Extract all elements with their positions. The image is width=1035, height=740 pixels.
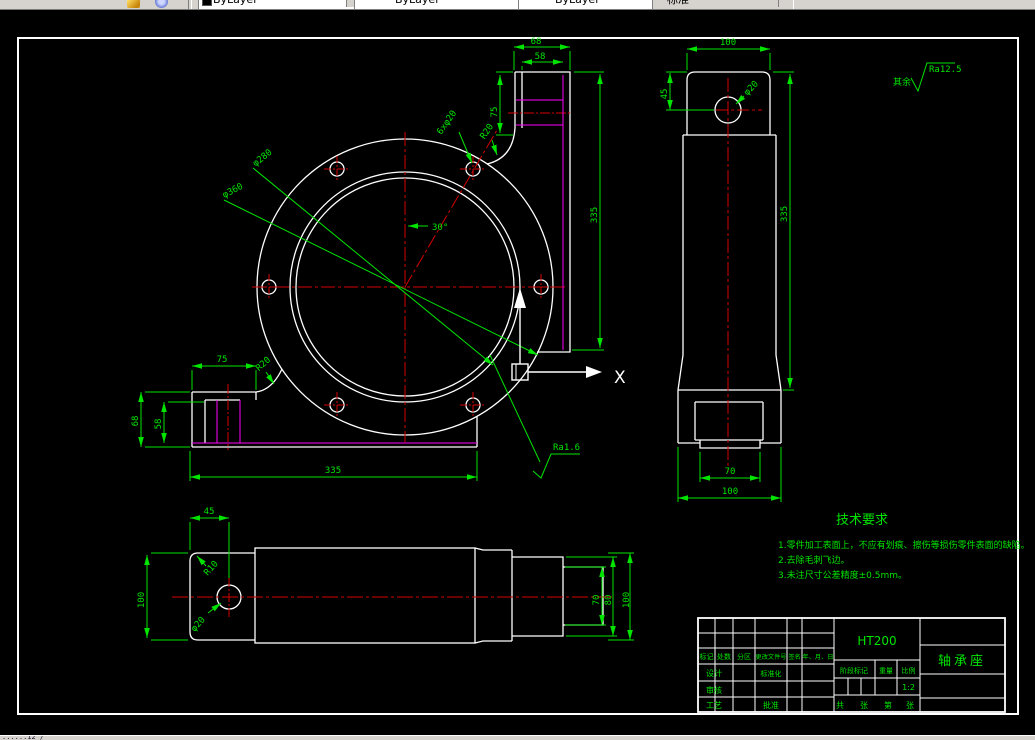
tb-zone: 分区 [737,652,751,661]
dim-100-bottom: 100 [722,487,738,497]
tb-review: 审核 [706,685,722,695]
front-view-outline [191,71,571,448]
dim-70: 70 [592,595,602,606]
fillet-r20-top: R20 [479,122,497,141]
tech-requirements: 技术要求 1.零件加工表面上，不应有划痕、擦伤等损伤零件表面的缺陷。 2.去除毛… [778,513,1030,581]
dim-80: 80 [604,595,614,606]
dia-360: φ360 [221,182,245,201]
dim-70: 70 [725,467,736,477]
dim-75-left: 75 [217,355,228,365]
bottom-view-centerlines [172,578,612,617]
dim-45: 45 [660,89,670,100]
drawing-canvas[interactable]: 68 58 75 335 6xφ20 R20 φ280 φ360 30° 75 … [0,0,1035,740]
front-view-hidden-lines [192,75,564,444]
status-left-text: ......12 / [2,735,45,740]
tb-stage-mark: 阶段标记 [840,666,868,675]
tb-scale-label: 比例 [902,666,916,675]
tb-part-name: 轴承座 [938,654,986,669]
dia-280: φ280 [251,148,274,169]
side-view-centerlines [695,78,762,472]
tb-date: 年、月、日 [803,653,834,661]
dim-335: 335 [780,206,790,222]
style-control-combo[interactable]: 标准 [652,0,794,9]
dim-335-bottom: 335 [325,466,341,476]
tb-sheet-gong: 共 [836,701,844,710]
lineweight-control-value: ByLayer [555,0,600,6]
drawing-frame [17,37,1019,715]
dim-58: 58 [535,52,546,62]
linetype-control-value: ByLayer [395,0,440,6]
style-control-value: 标准 [667,0,689,6]
dim-100-right: 100 [622,592,632,608]
dim-75-right: 75 [490,107,500,118]
tb-process: 工艺 [706,701,722,710]
tb-mark: 标记 [700,652,714,661]
tb-material: HT200 [857,634,896,648]
tb-sheet-zhang2: 张 [906,701,914,710]
fillet-r10: R10 [202,559,220,578]
dia-20: φ20 [742,79,761,98]
tech-req-line-2: 2.去除毛刺飞边。 [778,554,850,566]
tb-design: 设计 [706,668,722,678]
tech-req-title: 技术要求 [836,513,888,528]
tool-icon-2[interactable] [155,0,168,8]
hole-note: 6xφ20 [435,109,459,137]
roughness-prefix: 其余 [893,76,911,88]
tech-req-line-3: 3.未注尺寸公差精度±0.5mm。 [778,569,907,581]
front-view-dimension-lines [138,44,604,481]
tb-change-no: 更改文件号 [756,653,787,661]
application-window: ByLayer ByLayer ByLayer 标准 [0,0,1035,740]
bottom-view: 45 100 R10 φ20 70 80 100 [137,507,634,644]
dim-58-left: 58 [154,419,164,430]
side-view-outline [677,71,782,449]
front-view-dimension-texts: 68 58 75 335 6xφ20 R20 φ280 φ360 30° 75 … [131,37,600,476]
angle-30: 30° [432,223,448,233]
roughness-value: Ra12.5 [929,65,962,75]
dia-20: φ20 [189,615,207,634]
tb-approve: 批准 [763,700,779,710]
tb-sheet-zhang1: 张 [860,701,868,710]
tb-standardization: 标准化 [761,669,782,678]
side-view: 100 45 φ20 335 70 100 [660,38,794,502]
fillet-r20-left: R20 [254,355,273,373]
tool-icon-1[interactable] [127,0,140,8]
color-swatch [202,0,212,6]
tb-count: 处数 [717,652,731,661]
dim-100-top: 100 [720,38,736,48]
dim-68: 68 [531,37,542,47]
bottom-view-dimension-texts: 45 100 R10 φ20 70 80 100 [137,507,632,634]
dim-45: 45 [204,507,215,517]
dim-100-left: 100 [137,592,147,608]
ucs-x-label: X [614,368,626,388]
properties-toolbar: ByLayer ByLayer ByLayer 标准 [0,0,1035,10]
roughness-ra16: Ra1.6 [553,443,580,453]
toolbar-separator [188,0,192,9]
color-control-value: ByLayer [213,0,258,6]
dropdown-arrow-icon[interactable] [778,0,793,7]
front-view: 68 58 75 335 6xφ20 R20 φ280 φ360 30° 75 … [131,37,626,481]
tb-sign: 签名 [788,653,800,661]
status-bar: ......12 / [0,735,1035,740]
color-control-combo[interactable]: ByLayer [198,0,362,9]
tb-sheet-di: 第 [884,700,892,710]
tech-req-line-1: 1.零件加工表面上，不应有划痕、擦伤等损伤零件表面的缺陷。 [778,539,1030,551]
dim-335-right: 335 [590,207,600,223]
bottom-view-outline [189,547,604,644]
ucs-icon: X [511,288,626,388]
tb-weight: 重量 [879,667,893,675]
title-block: 标记 处数 分区 更改文件号 签名 年、月、日 设计 标准化 审核 工艺 批准 … [697,617,1006,713]
dim-68-left: 68 [131,416,141,427]
tb-scale-value: 1:2 [902,683,915,692]
bottom-view-dimension-lines [144,515,634,641]
side-view-dimension-lines [666,46,794,502]
general-roughness-note: 其余 Ra12.5 [893,62,962,93]
